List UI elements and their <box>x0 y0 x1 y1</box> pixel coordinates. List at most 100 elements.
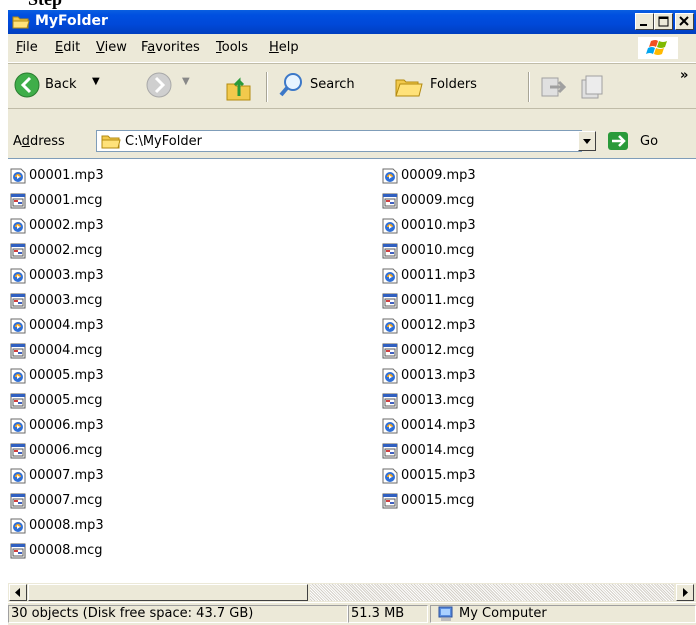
forward-button[interactable]: ▼ <box>144 70 206 102</box>
up-folder-button[interactable] <box>224 72 254 102</box>
address-value: C:\MyFolder <box>125 134 202 149</box>
file-name: 00015.mcg <box>401 493 475 508</box>
scrollbar-thumb[interactable] <box>28 584 308 601</box>
address-bar: Address C:\MyFolder Go <box>8 128 696 156</box>
folder-icon <box>101 135 121 149</box>
minimize-button[interactable] <box>635 13 654 30</box>
search-icon <box>279 73 302 97</box>
file-name: 00001.mp3 <box>29 168 104 183</box>
file-name: 00002.mcg <box>29 243 103 258</box>
move-to-button[interactable] <box>538 72 568 102</box>
my-computer-icon <box>438 606 453 621</box>
mcg-file-icon <box>10 343 26 359</box>
go-label[interactable]: Go <box>640 134 658 149</box>
mcg-file-icon <box>382 193 398 209</box>
toolbar-separator <box>528 72 530 102</box>
file-name: 00006.mp3 <box>29 418 104 433</box>
go-arrow-icon <box>612 135 626 147</box>
scroll-left-button[interactable] <box>9 584 27 601</box>
folders-icon <box>395 79 423 97</box>
media-player-file-icon <box>382 268 398 284</box>
back-arrow-icon <box>14 72 40 98</box>
mcg-file-icon <box>10 243 26 259</box>
toolbar: Back ▼ ▼ Search Folders » <box>8 63 696 109</box>
toolbar-chevron[interactable]: » <box>680 68 688 83</box>
file-name: 00002.mp3 <box>29 218 104 233</box>
folders-button[interactable]: Folders <box>392 70 518 102</box>
mcg-file-icon <box>382 343 398 359</box>
media-player-file-icon <box>382 368 398 384</box>
mcg-file-icon <box>10 293 26 309</box>
file-name: 00005.mcg <box>29 393 103 408</box>
toolbar-separator <box>266 72 268 102</box>
address-dropdown-button[interactable] <box>578 131 596 151</box>
scroll-left-icon <box>15 588 20 597</box>
file-name: 00010.mp3 <box>401 218 476 233</box>
scrollbar-track[interactable] <box>310 584 674 601</box>
chevron-down-icon <box>583 139 591 144</box>
close-icon <box>679 16 689 26</box>
file-name: 00009.mp3 <box>401 168 476 183</box>
menu-file[interactable]: File <box>16 40 38 55</box>
status-location-label: My Computer <box>459 606 547 621</box>
menu-view[interactable]: View <box>96 40 127 55</box>
menu-help[interactable]: Help <box>269 40 299 55</box>
horizontal-scrollbar[interactable] <box>8 583 696 602</box>
windows-logo-icon <box>638 37 678 59</box>
explorer-window: MyFolder File Edit View Favorites Tools … <box>8 10 696 625</box>
status-location: My Computer <box>430 605 696 623</box>
copy-to-button[interactable] <box>576 72 606 102</box>
back-dropdown-icon[interactable]: ▼ <box>92 76 100 87</box>
maximize-button[interactable] <box>654 13 673 30</box>
file-name: 00009.mcg <box>401 193 475 208</box>
file-name: 00012.mp3 <box>401 318 476 333</box>
mcg-file-icon <box>10 543 26 559</box>
file-name: 00008.mcg <box>29 543 103 558</box>
mcg-file-icon <box>382 293 398 309</box>
mcg-file-icon <box>382 243 398 259</box>
media-player-file-icon <box>10 418 26 434</box>
search-button[interactable]: Search <box>276 70 388 102</box>
minimize-icon <box>640 24 647 26</box>
title-bar[interactable]: MyFolder <box>8 10 696 34</box>
search-label: Search <box>310 77 355 92</box>
file-name: 00011.mcg <box>401 293 475 308</box>
menu-edit[interactable]: Edit <box>55 40 80 55</box>
media-player-file-icon <box>382 418 398 434</box>
media-player-file-icon <box>382 468 398 484</box>
media-player-file-icon <box>10 468 26 484</box>
window-title: MyFolder <box>35 13 108 29</box>
file-name: 00011.mp3 <box>401 268 476 283</box>
address-input[interactable]: C:\MyFolder <box>96 130 582 152</box>
scroll-right-icon <box>683 588 688 597</box>
status-bar: 30 objects (Disk free space: 43.7 GB) 51… <box>8 602 696 625</box>
file-name: 00003.mp3 <box>29 268 104 283</box>
media-player-file-icon <box>10 368 26 384</box>
status-objects: 30 objects (Disk free space: 43.7 GB) <box>8 605 348 623</box>
file-name: 00015.mp3 <box>401 468 476 483</box>
media-player-file-icon <box>10 168 26 184</box>
mcg-file-icon <box>10 493 26 509</box>
mcg-file-icon <box>382 443 398 459</box>
file-list[interactable]: 00001.mp3 00001.mcg 00002.mp3 00002.mcg 0000… <box>8 158 696 584</box>
top-crop-text: Step <box>0 0 696 10</box>
go-button[interactable] <box>608 132 628 150</box>
status-size: 51.3 MB <box>348 605 428 623</box>
scroll-right-button[interactable] <box>676 584 694 601</box>
menu-favorites[interactable]: Favorites <box>141 40 200 55</box>
mcg-file-icon <box>10 443 26 459</box>
mcg-file-icon <box>382 493 398 509</box>
file-name: 00012.mcg <box>401 343 475 358</box>
media-player-file-icon <box>10 318 26 334</box>
menu-tools[interactable]: Tools <box>216 40 248 55</box>
close-button[interactable] <box>675 13 694 30</box>
forward-dropdown-icon[interactable]: ▼ <box>182 76 190 87</box>
media-player-file-icon <box>10 218 26 234</box>
back-button[interactable]: Back ▼ <box>12 70 104 102</box>
address-label: Address <box>13 134 65 149</box>
maximize-icon <box>658 16 669 27</box>
file-name: 00001.mcg <box>29 193 103 208</box>
mcg-file-icon <box>10 193 26 209</box>
folders-label: Folders <box>430 77 477 92</box>
file-name: 00013.mcg <box>401 393 475 408</box>
